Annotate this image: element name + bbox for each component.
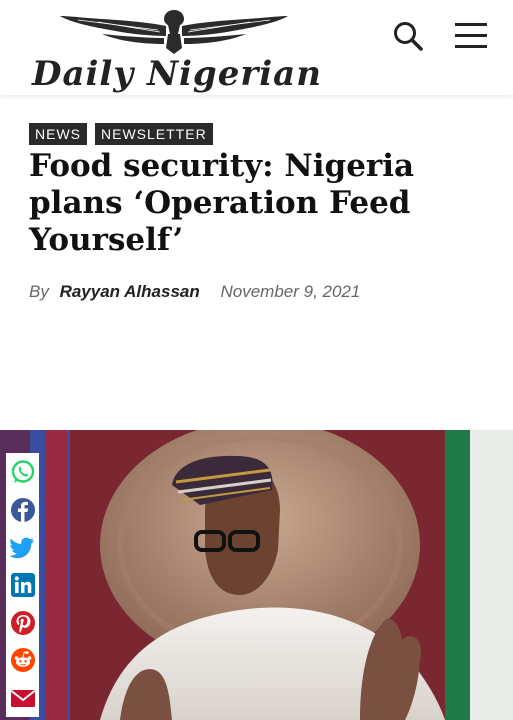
share-twitter-button[interactable] [6, 528, 39, 566]
search-button[interactable] [390, 18, 426, 54]
share-email-button[interactable] [6, 679, 39, 717]
category-tags: NEWS NEWSLETTER [29, 123, 213, 145]
linkedin-icon [10, 572, 35, 597]
whatsapp-icon [11, 460, 34, 483]
category-tag-news[interactable]: NEWS [29, 123, 87, 145]
brand-wordmark: Daily Nigerian [32, 54, 322, 94]
site-logo[interactable]: Daily Nigerian [30, 4, 322, 94]
share-linkedin-button[interactable] [6, 566, 39, 604]
author-link[interactable]: Rayyan Alhassan [60, 282, 200, 301]
share-reddit-button[interactable] [6, 641, 39, 679]
pinterest-icon [10, 610, 35, 635]
site-header: Daily Nigerian [0, 0, 513, 95]
menu-button[interactable] [452, 18, 490, 54]
share-pinterest-button[interactable] [6, 604, 39, 642]
article-title: Food security: Nigeria plans ‘Operation … [29, 148, 415, 258]
featured-photo [0, 430, 513, 720]
article-meta: By Rayyan Alhassan November 9, 2021 [29, 282, 360, 302]
facebook-icon [10, 497, 35, 522]
share-facebook-button[interactable] [6, 491, 39, 529]
twitter-icon [9, 537, 34, 559]
hamburger-menu-icon [455, 23, 487, 48]
eagle-logo-icon [60, 10, 288, 54]
email-icon [10, 689, 35, 707]
category-tag-newsletter[interactable]: NEWSLETTER [95, 123, 213, 145]
publish-date: November 9, 2021 [220, 282, 361, 301]
byline-prefix: By [29, 282, 49, 301]
search-icon [394, 22, 423, 51]
reddit-icon [10, 648, 35, 673]
share-whatsapp-button[interactable] [6, 453, 39, 491]
social-share-bar [6, 453, 39, 717]
featured-image [0, 430, 513, 720]
